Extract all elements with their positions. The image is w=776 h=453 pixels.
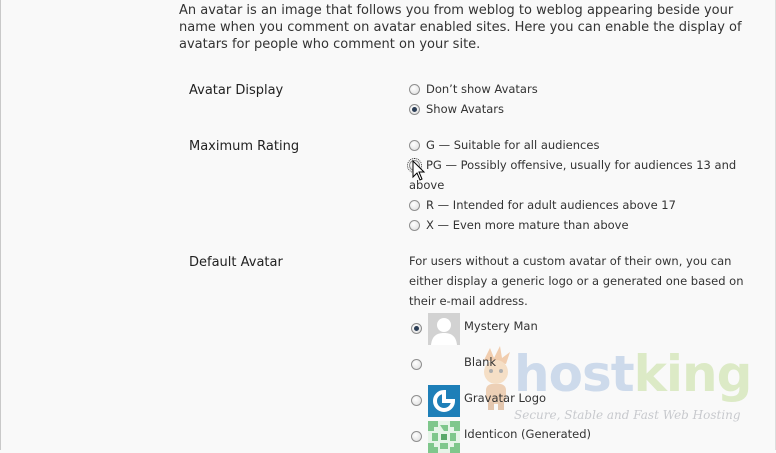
watermark-brand-king: king <box>633 345 753 403</box>
option-rating-pg[interactable]: PG — Possibly offensive, usually for aud… <box>407 155 759 195</box>
option-rating-x[interactable]: X — Even more mature than above <box>409 215 629 235</box>
radio-dont-show-avatars[interactable] <box>409 84 420 95</box>
default-avatar-label: Default Avatar <box>189 255 283 270</box>
mystery-man-icon <box>428 313 460 345</box>
radio-rating-g[interactable] <box>409 140 420 151</box>
option-label: R — Intended for adult audiences above 1… <box>426 198 676 212</box>
option-label: Don’t show Avatars <box>426 82 538 96</box>
radio-gravatar-logo[interactable] <box>411 395 422 406</box>
radio-blank[interactable] <box>411 359 422 370</box>
avatar-display-label: Avatar Display <box>189 83 284 98</box>
mouse-cursor-icon <box>412 160 426 181</box>
watermark-tagline: Secure, Stable and Fast Web Hosting <box>514 408 741 422</box>
option-label: Gravatar Logo <box>464 391 547 405</box>
radio-rating-x[interactable] <box>409 220 420 231</box>
default-avatar-description: For users without a custom avatar of the… <box>409 254 744 308</box>
option-label: Show Avatars <box>426 102 505 116</box>
radio-show-avatars[interactable] <box>409 104 420 115</box>
option-rating-r[interactable]: R — Intended for adult audiences above 1… <box>409 195 676 215</box>
radio-mystery-man[interactable] <box>411 323 422 334</box>
gravatar-logo-icon <box>428 385 460 417</box>
radio-rating-r[interactable] <box>409 200 420 211</box>
maximum-rating-label: Maximum Rating <box>189 139 300 154</box>
watermark-brand: hostking <box>514 344 753 404</box>
option-dont-show-avatars[interactable]: Don’t show Avatars <box>409 79 538 99</box>
option-label: PG — Possibly offensive, usually for aud… <box>409 158 737 192</box>
option-show-avatars[interactable]: Show Avatars <box>409 99 504 119</box>
page-border-left <box>0 0 1 450</box>
option-label: X — Even more mature than above <box>426 218 629 232</box>
blank-icon <box>428 349 460 381</box>
option-label: G — Suitable for all audiences <box>426 138 600 152</box>
radio-identicon[interactable] <box>411 431 422 442</box>
identicon-icon <box>428 421 460 453</box>
option-label: Blank <box>464 355 497 369</box>
avatars-intro-text: An avatar is an image that follows you f… <box>179 3 742 52</box>
option-label: Identicon (Generated) <box>464 427 592 441</box>
option-rating-g[interactable]: G — Suitable for all audiences <box>409 135 599 155</box>
option-label: Mystery Man <box>464 319 538 333</box>
